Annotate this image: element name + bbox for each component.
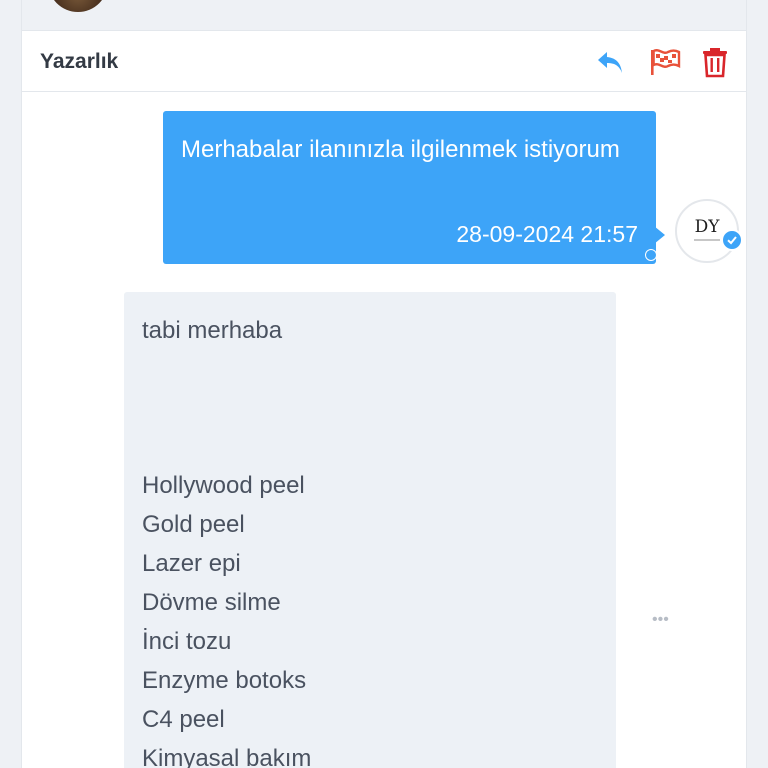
list-item: C4 peel xyxy=(142,706,225,733)
list-item: Hollywood peel xyxy=(142,472,305,499)
reply-icon xyxy=(598,52,622,73)
sent-message-bubble[interactable]: Merhabalar ilanınızla ilgilenmek istiyor… xyxy=(163,111,656,264)
list-item: Dövme silme xyxy=(142,589,281,616)
check-icon xyxy=(727,236,737,245)
verified-badge xyxy=(721,229,743,251)
list-item: İnci tozu xyxy=(142,628,232,655)
user-avatar[interactable] xyxy=(48,0,108,12)
avatar-logo-text: DY xyxy=(694,217,720,237)
service-list: Hollywood peel Gold peel Lazer epi Dövme… xyxy=(142,466,311,768)
avatar-logo-underline xyxy=(694,239,720,241)
list-item: Lazer epi xyxy=(142,550,241,577)
reply-button[interactable] xyxy=(593,45,627,79)
list-item: Gold peel xyxy=(142,511,245,538)
list-item: Enzyme botoks xyxy=(142,667,307,694)
received-message-bubble[interactable]: tabi merhaba Hollywood peel Gold peel La… xyxy=(124,292,616,768)
received-message-greeting: tabi merhaba xyxy=(142,317,283,344)
message-timestamp: 28-09-2024 21:57 xyxy=(456,221,638,247)
list-item: Kimyasal bakım xyxy=(142,745,312,768)
sent-message-text: Merhabalar ilanınızla ilgilenmek istiyor… xyxy=(181,136,620,163)
report-flag-icon xyxy=(651,49,681,75)
message-header: Yazarlık xyxy=(22,31,746,92)
read-status-icon xyxy=(645,249,657,261)
trash-icon xyxy=(703,48,727,78)
previous-item-strip xyxy=(22,0,746,31)
more-options-icon[interactable]: ••• xyxy=(652,611,669,629)
header-title: Yazarlık xyxy=(40,50,119,73)
delete-button[interactable] xyxy=(698,45,732,79)
report-button[interactable] xyxy=(648,45,682,79)
bubble-tail xyxy=(654,226,665,244)
